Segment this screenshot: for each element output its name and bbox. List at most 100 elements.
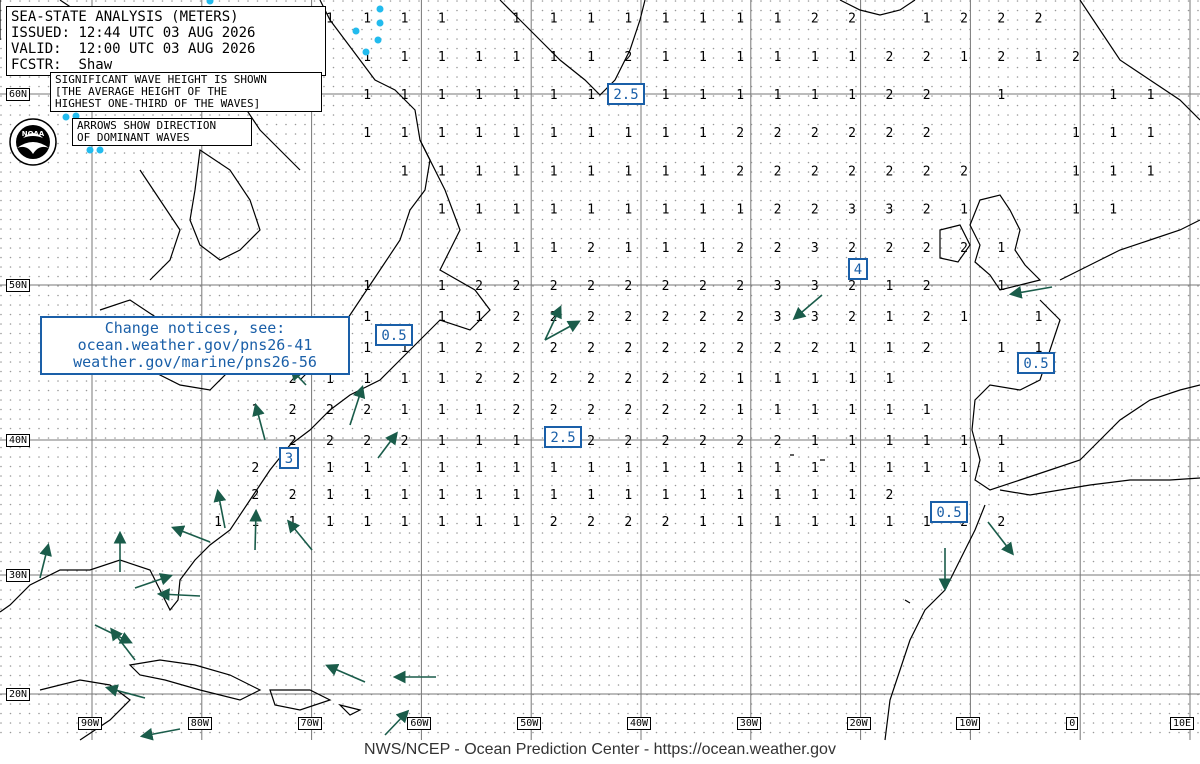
latitude-label: 20N — [6, 688, 31, 701]
wave-height-value: 1 — [512, 241, 520, 256]
wave-height-value: 1 — [438, 279, 446, 294]
wave-height-value: 1 — [736, 488, 744, 503]
longitude-label: 90W — [78, 717, 103, 730]
wave-height-value: 1 — [363, 461, 371, 476]
wave-height-value: 1 — [736, 461, 744, 476]
wave-height-value: 2 — [848, 164, 856, 179]
wave-height-value: 1 — [774, 403, 782, 418]
notice-link[interactable]: weather.gov/marine/pns26-56 — [46, 354, 344, 371]
wave-height-value: 1 — [363, 515, 371, 530]
wave-height-value: 1 — [550, 126, 558, 141]
wave-height-value: 1 — [587, 461, 595, 476]
boxed-height-value: 3 — [285, 451, 293, 467]
wave-height-value: 2 — [550, 341, 558, 356]
wave-height-value: 1 — [363, 341, 371, 356]
wave-height-value: 2 — [960, 164, 968, 179]
wave-height-value: 2 — [550, 403, 558, 418]
longitude-label: 0 — [1066, 717, 1079, 730]
wave-height-value: 1 — [997, 88, 1005, 103]
wave-height-value: 3 — [848, 203, 856, 218]
wave-height-value: 2 — [923, 341, 931, 356]
wave-height-value: 2 — [662, 434, 670, 449]
latitude-label: 40N — [6, 434, 31, 447]
valid-line: VALID: 12:00 UTC 03 AUG 2026 — [11, 41, 321, 57]
notice-link[interactable]: ocean.weather.gov/pns26-41 — [46, 337, 344, 354]
wave-height-value: 1 — [699, 488, 707, 503]
wave-height-value: 1 — [848, 488, 856, 503]
wave-height-value: 1 — [848, 403, 856, 418]
wave-height-value: 1 — [401, 12, 409, 27]
wave-height-value: 1 — [960, 50, 968, 65]
wave-height-value: 1 — [326, 488, 334, 503]
wave-height-value: 2 — [251, 461, 259, 476]
wave-height-value: 1 — [587, 126, 595, 141]
wave-arrow — [249, 508, 263, 551]
wave-height-value: 1 — [1109, 88, 1117, 103]
wave-height-value: 1 — [997, 279, 1005, 294]
wave-height-value: 3 — [774, 310, 782, 325]
wave-height-value: 2 — [811, 164, 819, 179]
wave-height-value: 2 — [736, 279, 744, 294]
wave-height-value: 2 — [811, 341, 819, 356]
wave-height-value: 1 — [550, 488, 558, 503]
boxed-height-value: 2.5 — [550, 430, 575, 446]
wave-height-value: 1 — [774, 50, 782, 65]
wave-height-value: 2 — [550, 279, 558, 294]
noaa-logo-icon: NOAA — [9, 118, 57, 166]
wave-height-value: 1 — [438, 341, 446, 356]
wave-height-value: 2 — [251, 488, 259, 503]
wave-height-value: 1 — [512, 461, 520, 476]
wave-height-value: 1 — [624, 126, 632, 141]
wave-height-value: 2 — [736, 126, 744, 141]
wave-height-value: 1 — [1109, 203, 1117, 218]
wave-height-value: 1 — [885, 403, 893, 418]
wave-height-value: 1 — [401, 164, 409, 179]
boxed-height-value: 0.5 — [1023, 356, 1048, 372]
wave-height-value: 2 — [624, 50, 632, 65]
wave-height-value: 2 — [624, 434, 632, 449]
footer-credit[interactable]: NWS/NCEP - Ocean Prediction Center - htt… — [0, 741, 1200, 759]
wave-height-value: 1 — [624, 164, 632, 179]
wave-height-value: 1 — [326, 12, 334, 27]
wave-height-value: 2 — [550, 515, 558, 530]
wave-height-value: 2 — [289, 403, 297, 418]
wave-height-value: 2 — [885, 50, 893, 65]
wave-height-value: 1 — [923, 403, 931, 418]
wave-height-value: 1 — [475, 164, 483, 179]
wave-height-value: 2 — [997, 12, 1005, 27]
wave-height-value: 1 — [624, 461, 632, 476]
wave-height-value: 1 — [662, 203, 670, 218]
wave-height-value: 1 — [587, 488, 595, 503]
wave-height-value: 2 — [662, 515, 670, 530]
longitude-label: 60W — [407, 717, 432, 730]
wave-height-value: 2 — [624, 310, 632, 325]
wave-height-value: 2 — [624, 515, 632, 530]
wave-height-value: 3 — [811, 310, 819, 325]
wave-height-value: 2 — [774, 241, 782, 256]
wave-height-value: 2 — [885, 241, 893, 256]
wave-height-value: 2 — [363, 434, 371, 449]
wave-height-value: 1 — [1147, 126, 1155, 141]
wave-height-value: 1 — [550, 12, 558, 27]
wave-height-value: 3 — [885, 203, 893, 218]
wave-height-value: 1 — [736, 12, 744, 27]
wave-height-value: 2 — [923, 310, 931, 325]
wave-height-value: 2 — [923, 241, 931, 256]
wave-height-value: 1 — [811, 488, 819, 503]
wave-height-value: 1 — [512, 126, 520, 141]
wave-height-value: 2 — [512, 310, 520, 325]
wave-height-value: 1 — [550, 88, 558, 103]
wave-height-value: 1 — [512, 203, 520, 218]
wave-height-value: 2 — [475, 372, 483, 387]
wave-height-value: 1 — [997, 241, 1005, 256]
logo-text: NOAA — [22, 130, 45, 138]
change-notice-box[interactable]: Change notices, see: ocean.weather.gov/p… — [40, 316, 350, 375]
wave-height-value: 2 — [1035, 12, 1043, 27]
wave-height-value: 1 — [363, 310, 371, 325]
issued-value: 12:44 UTC 03 AUG 2026 — [78, 25, 256, 41]
wave-height-value: 2 — [736, 241, 744, 256]
sea-state-map: 1 1 1 1 1 1 1 1 1 1 2 2 2 2 2 2 2 2 1 1 1 1 1 1 1 1 1 1 1 1 2 2 1 2 2 2 1 1 1 1… — [0, 0, 1200, 741]
wave-height-value: 1 — [774, 12, 782, 27]
wave-height-value: 1 — [363, 488, 371, 503]
wave-height-value: 1 — [438, 126, 446, 141]
